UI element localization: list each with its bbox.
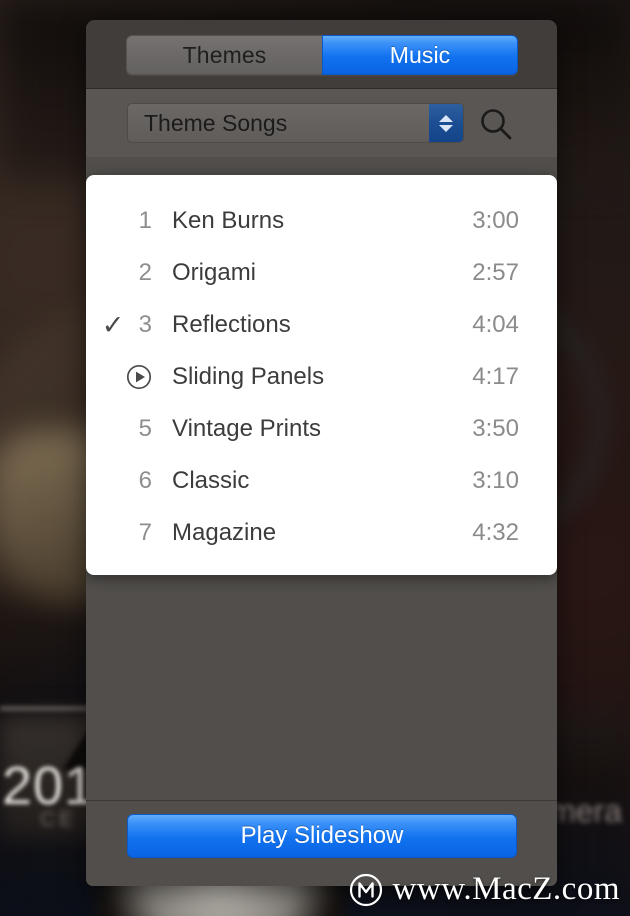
stepper-up-down-icon[interactable]: [429, 104, 463, 142]
song-row-2[interactable]: 2 Origami 2:57: [86, 247, 557, 299]
checkmark-icon: ✓: [101, 309, 125, 340]
song-title: Origami: [172, 259, 257, 286]
song-duration: 4:32: [472, 519, 519, 546]
song-title: Sliding Panels: [172, 363, 325, 390]
popover-toolbar: Themes Music: [86, 20, 557, 89]
search-icon[interactable]: [478, 106, 514, 142]
macz-m-logo: [349, 873, 382, 906]
song-number: 1: [138, 207, 152, 234]
music-source-popup-label: Theme Songs: [144, 109, 288, 136]
song-duration: 3:00: [472, 207, 519, 234]
song-row-4[interactable]: Sliding Panels 4:17: [86, 351, 557, 403]
song-number: 6: [138, 467, 152, 494]
song-duration: 2:57: [472, 259, 519, 286]
song-title: Magazine: [172, 519, 277, 546]
slideshow-options-popover: Themes Music Theme Songs 1 Ken Burns 3:0…: [86, 20, 557, 886]
themes-music-segmented-control[interactable]: Themes Music: [126, 35, 518, 75]
screenshot-stage: 2018 CE amera Themes Music Theme Songs 1…: [0, 0, 630, 916]
song-row-3[interactable]: ✓ 3 Reflections 4:04: [86, 299, 557, 351]
song-duration: 4:04: [472, 311, 519, 338]
song-title: Classic: [172, 467, 250, 494]
footer-divider: [86, 800, 557, 801]
song-row-6[interactable]: 6 Classic 3:10: [86, 455, 557, 507]
watermark-text: www.MacZ.com: [392, 871, 620, 907]
chevron-down-icon: [439, 124, 453, 132]
song-row-1[interactable]: 1 Ken Burns 3:00: [86, 195, 557, 247]
music-source-popup-button[interactable]: Theme Songs: [127, 103, 464, 143]
song-title: Ken Burns: [172, 207, 285, 234]
song-row-5[interactable]: 5 Vintage Prints 3:50: [86, 403, 557, 455]
song-number: 3: [138, 311, 152, 338]
song-row-7[interactable]: 7 Magazine 4:32: [86, 507, 557, 559]
segment-themes[interactable]: Themes: [126, 35, 322, 75]
song-duration: 3:10: [472, 467, 519, 494]
song-duration: 3:50: [472, 415, 519, 442]
song-number: 5: [138, 415, 152, 442]
theme-songs-dropdown-list[interactable]: 1 Ken Burns 3:00 2 Origami 2:57 ✓ 3 Refl…: [86, 175, 557, 575]
song-title: Vintage Prints: [172, 415, 321, 442]
song-number: 7: [138, 519, 152, 546]
song-duration: 4:17: [472, 363, 519, 390]
segment-music[interactable]: Music: [322, 35, 518, 75]
play-circle-icon[interactable]: [126, 364, 152, 390]
chevron-up-icon: [439, 114, 453, 122]
song-title: Reflections: [172, 311, 291, 338]
watermark: www.MacZ.com: [349, 871, 620, 908]
background-sub-text: CE: [40, 808, 78, 831]
source-toolbar: Theme Songs: [86, 89, 557, 157]
song-number: 2: [138, 259, 152, 286]
play-slideshow-button[interactable]: Play Slideshow: [127, 814, 517, 858]
